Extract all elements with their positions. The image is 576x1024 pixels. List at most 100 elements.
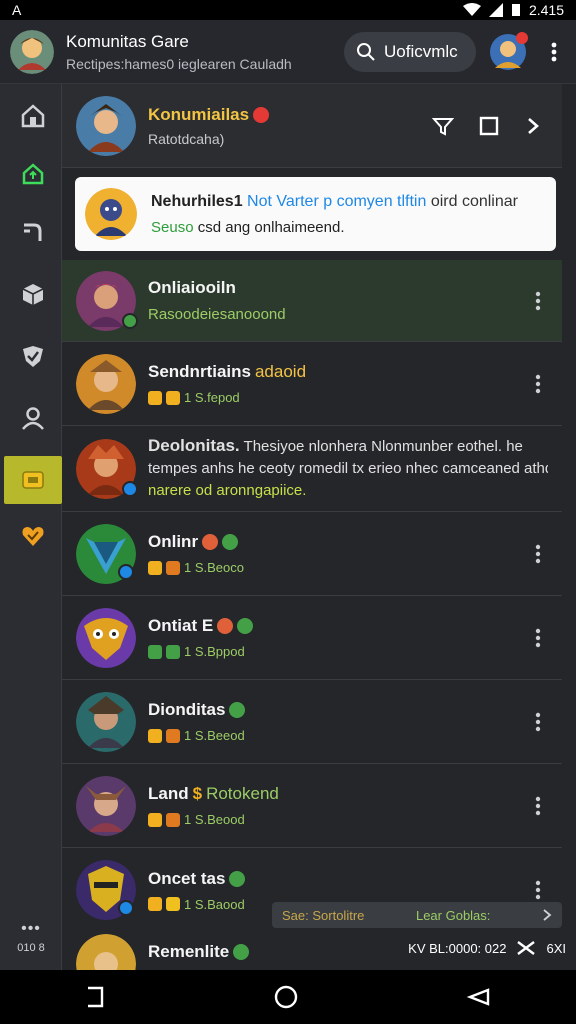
more-options-icon[interactable] bbox=[528, 796, 548, 816]
notice-line1: Nehurhiles1 Not Varter p comyen tlftin o… bbox=[151, 193, 518, 211]
status-glyph: A bbox=[12, 2, 22, 18]
notice-avatar bbox=[85, 188, 137, 240]
post-line2: tempes anhs he ceoty romedil tx erieo nh… bbox=[148, 460, 548, 477]
member-meta: 1 S.Beeod bbox=[148, 728, 528, 743]
status-badge bbox=[122, 480, 138, 497]
notice-tag: Seuso bbox=[151, 218, 194, 236]
back-icon[interactable] bbox=[466, 986, 492, 1008]
member-avatar bbox=[76, 775, 136, 836]
footer-status-icon-label: 6XI bbox=[546, 940, 566, 956]
sidebar-item-profile[interactable] bbox=[4, 394, 62, 442]
box-icon bbox=[22, 284, 44, 305]
sidebar-item-route[interactable] bbox=[4, 208, 62, 256]
member-meta: 1 S.fepod bbox=[148, 390, 528, 405]
member-name: Dionditas bbox=[148, 700, 528, 720]
sidebar-item-favorites[interactable] bbox=[4, 512, 62, 560]
app-titles: Komunitas Gare Rectipes:hames0 ieglearen… bbox=[66, 32, 344, 72]
more-options-icon[interactable] bbox=[528, 628, 548, 648]
list-item[interactable]: Deolonitas. Thesiyoe nlonhera Nlonmunber… bbox=[62, 426, 562, 512]
list-item[interactable]: Onliaiooiln Rasoodeiesanooond bbox=[62, 260, 562, 342]
notice-link[interactable]: Not Varter p comyen tlftin bbox=[247, 193, 426, 210]
chevron-right-icon[interactable] bbox=[524, 115, 542, 137]
member-avatar bbox=[76, 270, 138, 331]
member-avatar bbox=[76, 353, 136, 414]
notice-author: Nehurhiles1 bbox=[151, 192, 243, 210]
shield-check-icon bbox=[23, 346, 43, 367]
toast-left: Sae: Sortolitre bbox=[282, 907, 365, 923]
pinned-notice[interactable]: Nehurhiles1 Not Varter p comyen tlftin o… bbox=[75, 177, 556, 251]
chevron-right-icon[interactable] bbox=[542, 909, 552, 921]
main-panel: Konumiailas Ratotdcaha) Nehurhiles1 Not … bbox=[62, 84, 576, 970]
member-meta-text: 1 S.Beeod bbox=[184, 728, 245, 743]
member-meta-text: 1 S.Beoco bbox=[184, 560, 244, 575]
notification-badge bbox=[516, 31, 528, 44]
status-bar: A 2.415 bbox=[0, 0, 576, 20]
member-avatar bbox=[76, 691, 136, 752]
home-icon bbox=[21, 104, 45, 128]
app-avatar[interactable] bbox=[10, 29, 54, 74]
list-item[interactable]: Sendnrtiains adaoid 1 S.fepod bbox=[62, 342, 562, 426]
wifi-icon bbox=[462, 3, 481, 16]
list-item[interactable]: Land $ Rotokend 1 S.Beood bbox=[62, 764, 562, 848]
member-name: Onliaiooiln bbox=[148, 278, 236, 297]
more-options-icon[interactable] bbox=[528, 291, 548, 311]
chat-icon bbox=[22, 471, 44, 489]
member-meta-text: 1 S.Bppod bbox=[184, 644, 245, 659]
system-nav-bar bbox=[0, 970, 576, 1024]
member-meta: 1 S.Bppod bbox=[148, 644, 528, 659]
toast-overlay[interactable]: Sae: Sortolitre Lear Goblas: bbox=[272, 902, 562, 928]
overflow-menu-icon[interactable] bbox=[542, 42, 566, 62]
battery-icon bbox=[511, 4, 520, 16]
member-meta-text: 1 S.Baood bbox=[184, 896, 245, 912]
list-item[interactable]: Onlinr 1 S.Beoco bbox=[62, 512, 562, 596]
list-item[interactable]: Ontiat E 1 S.Bppod bbox=[62, 596, 562, 680]
member-name-text: Sendnrtiains bbox=[148, 362, 251, 381]
sidebar-item-box[interactable] bbox=[4, 270, 62, 318]
online-badge bbox=[122, 312, 138, 329]
member-name: Oncet tas bbox=[148, 869, 528, 889]
community-subtitle: Ratotdcaha) bbox=[148, 130, 225, 147]
more-options-icon[interactable] bbox=[528, 544, 548, 564]
signal-icon bbox=[488, 3, 503, 17]
search-button[interactable]: Uoficvmlc bbox=[344, 31, 476, 72]
more-options-icon[interactable] bbox=[528, 880, 548, 900]
community-header: Konumiailas Ratotdcaha) bbox=[62, 84, 562, 168]
member-meta: Rasoodeiesanooond bbox=[148, 306, 286, 323]
sidebar-item-chat[interactable] bbox=[4, 456, 62, 504]
footer-status: KV BL:0000: 022 6XI bbox=[408, 940, 566, 956]
recents-icon[interactable] bbox=[84, 986, 106, 1008]
notice-line2: Seuso csd ang onlhaimeend. bbox=[151, 219, 518, 236]
toast-right: Lear Goblas: bbox=[415, 907, 491, 923]
status-badge bbox=[118, 563, 134, 580]
sidebar-item-upload[interactable] bbox=[4, 150, 62, 198]
member-avatar bbox=[76, 523, 136, 584]
community-avatar[interactable] bbox=[76, 95, 136, 156]
list-item[interactable]: Dionditas 1 S.Beeod bbox=[62, 680, 562, 764]
more-options-icon[interactable] bbox=[528, 374, 548, 394]
profile-avatar[interactable] bbox=[490, 31, 528, 70]
live-badge bbox=[253, 106, 270, 123]
community-title: Konumiailas bbox=[148, 105, 432, 125]
status-time: 2.415 bbox=[528, 2, 564, 18]
post-line3: narere od aronngapiice. bbox=[148, 482, 307, 499]
app-bar: Komunitas Gare Rectipes:hames0 ieglearen… bbox=[0, 20, 576, 84]
app-title: Komunitas Gare bbox=[66, 31, 189, 51]
sidebar-item-shield[interactable] bbox=[4, 332, 62, 380]
member-avatar bbox=[76, 438, 138, 499]
member-name: Ontiat E bbox=[148, 616, 528, 636]
cross-swords-icon bbox=[517, 941, 536, 955]
member-name-text: Onlinr bbox=[148, 532, 199, 551]
member-tag: Rotokend bbox=[206, 784, 279, 803]
app-subtitle: Rectipes:hames0 ieglearen Cauladh bbox=[66, 55, 292, 72]
notice-body: csd ang onlhaimeend. bbox=[197, 218, 345, 236]
filter-icon[interactable] bbox=[432, 115, 454, 137]
sidebar: ••• 010 8 bbox=[0, 84, 62, 970]
member-tag: adaoid bbox=[254, 362, 307, 381]
sidebar-footer-label: 010 8 bbox=[17, 942, 45, 954]
sidebar-more-icon[interactable]: ••• bbox=[0, 920, 62, 938]
sidebar-item-home[interactable] bbox=[4, 92, 62, 140]
home-button-icon[interactable] bbox=[274, 985, 298, 1009]
footer-status-text: KV BL:0000: 022 bbox=[408, 940, 507, 956]
more-options-icon[interactable] bbox=[528, 712, 548, 732]
square-icon[interactable] bbox=[478, 115, 500, 137]
